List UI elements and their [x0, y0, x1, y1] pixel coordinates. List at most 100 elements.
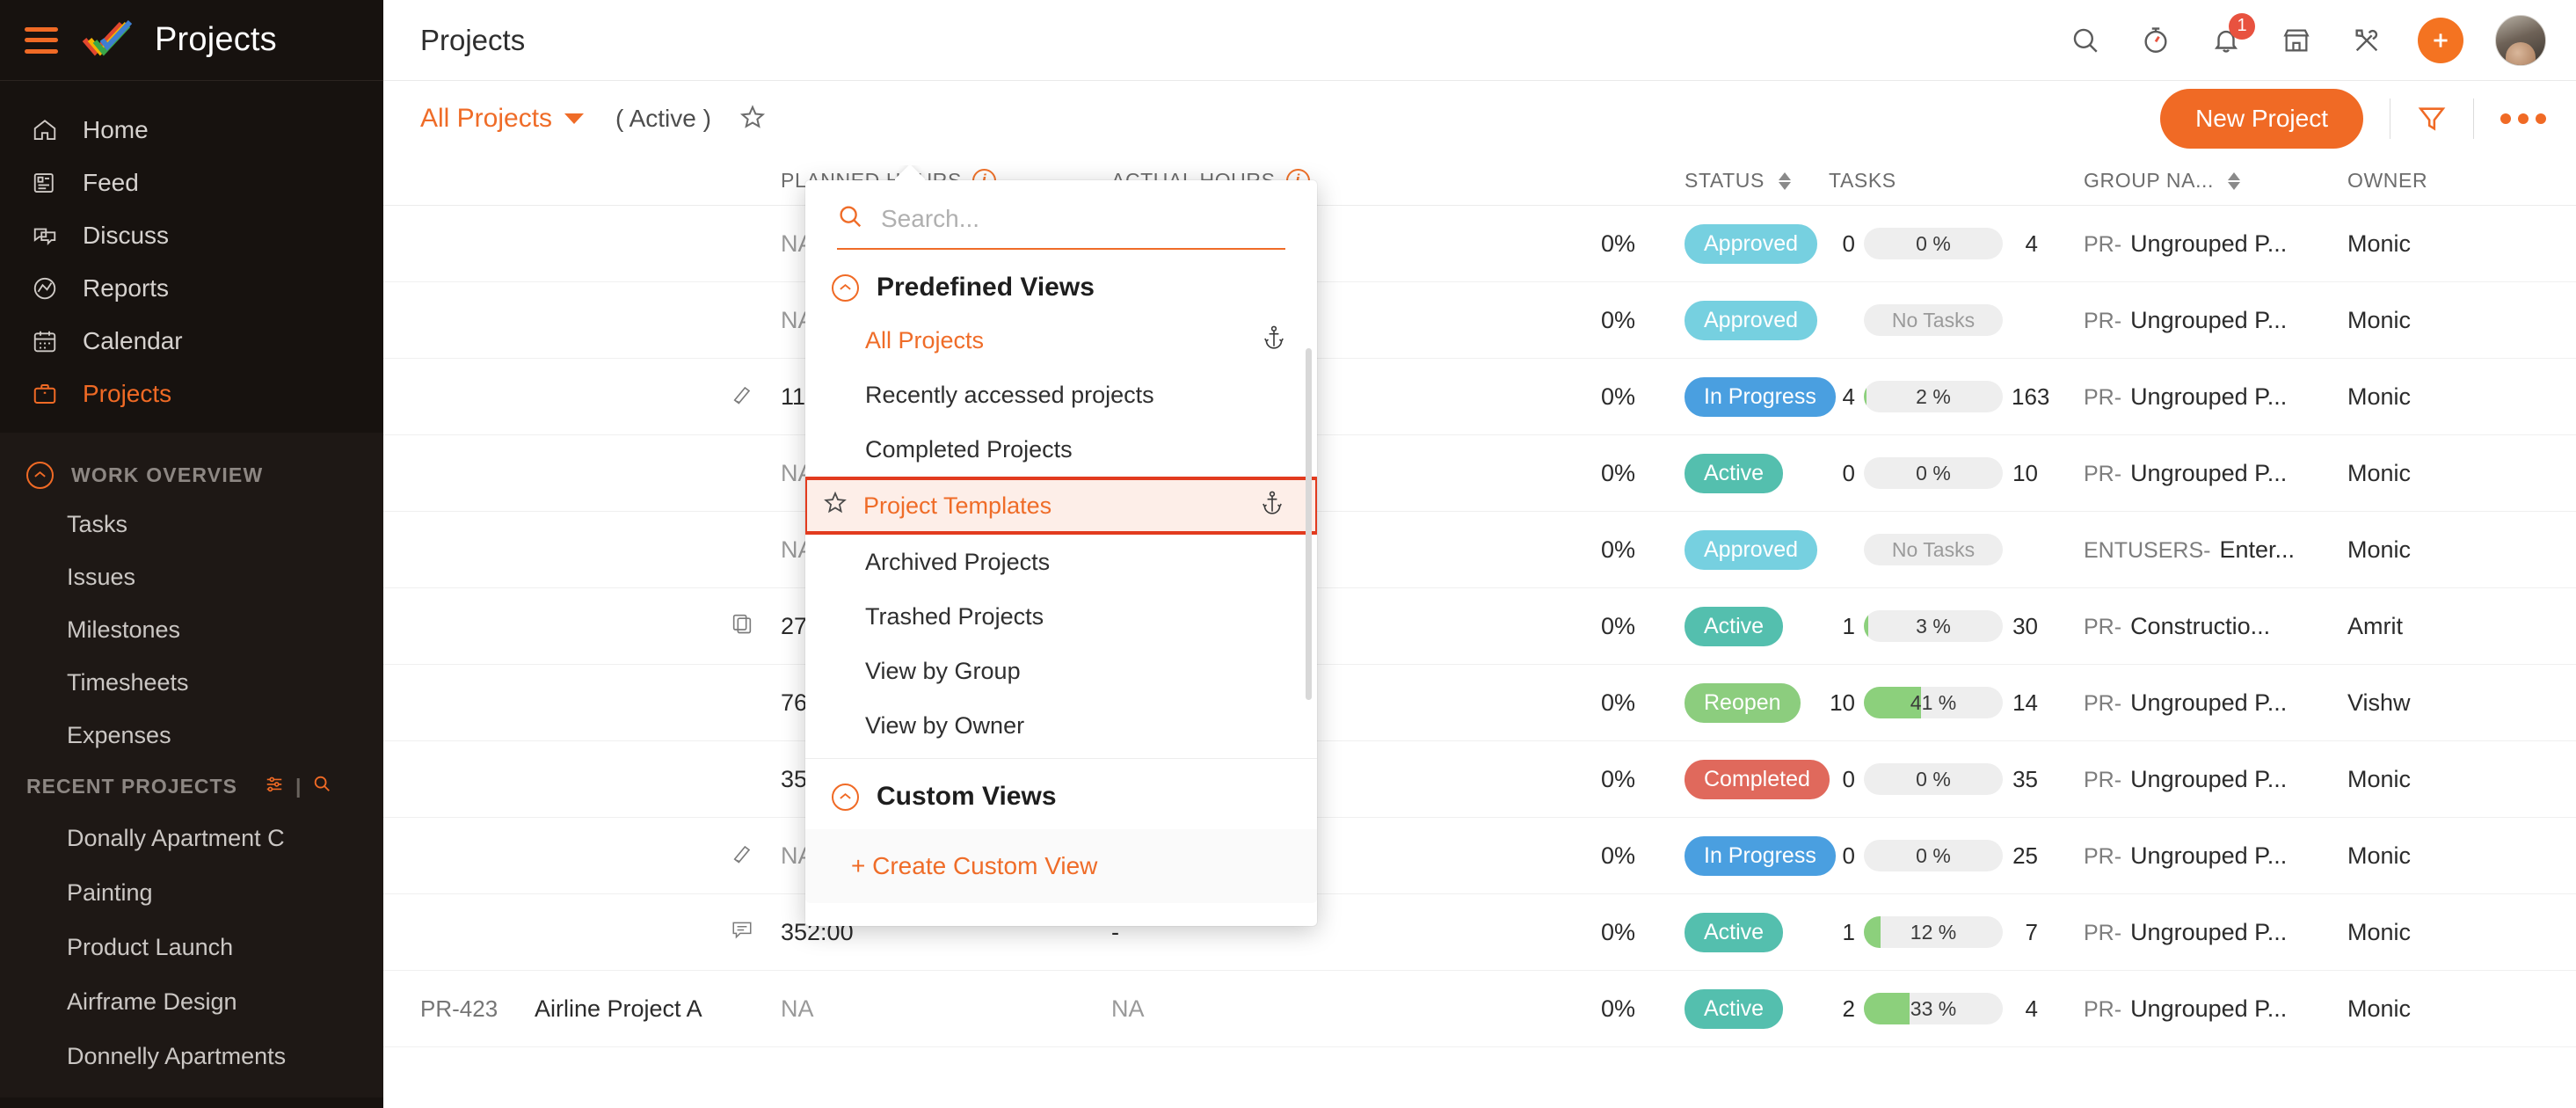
dropdown-group-header-predefined[interactable]: Predefined Views — [805, 250, 1317, 313]
status-badge[interactable]: In Progress — [1685, 377, 1836, 417]
column-header-owner[interactable]: OWNER — [2347, 169, 2523, 193]
sidebar-item-expenses[interactable]: Expenses — [0, 709, 383, 762]
status-cell: Active — [1635, 989, 1829, 1029]
sidebar-item-home[interactable]: Home — [0, 104, 383, 157]
tasks-progress-bar: 12 % — [1864, 916, 2003, 948]
sidebar-item-feed[interactable]: Feed — [0, 157, 383, 209]
tasks-progress-bar: 0 % — [1864, 840, 2003, 871]
table-row[interactable]: NANA0%ApprovedNo TasksENTUSERS-Enter...M… — [383, 512, 2576, 588]
table-row[interactable]: 3552:0001:000%Completed00 %35PR-Ungroupe… — [383, 741, 2576, 818]
owner-cell: Monic — [2347, 383, 2523, 411]
sliders-icon[interactable] — [264, 774, 285, 798]
dropdown-group-header-custom[interactable]: Custom Views — [805, 759, 1317, 822]
status-badge[interactable]: Approved — [1685, 530, 1817, 570]
recent-project-item[interactable]: Donnelly Apartments — [0, 1029, 383, 1083]
sidebar-item-milestones[interactable]: Milestones — [0, 603, 383, 656]
search-icon[interactable] — [2066, 21, 2105, 60]
sidebar-header: Projects — [0, 0, 383, 81]
comment-icon[interactable] — [730, 918, 781, 947]
status-badge[interactable]: Completed — [1685, 760, 1830, 799]
tasks-progress-bar: 33 % — [1864, 993, 2003, 1024]
actual-hours-cell: NA — [1111, 995, 1539, 1023]
owner-cell: Monic — [2347, 766, 2523, 793]
sidebar-item-projects[interactable]: Projects — [0, 368, 383, 420]
table-row[interactable]: PR-423Airline Project ANANA0%Active233 %… — [383, 971, 2576, 1047]
percent-cell: 0% — [1539, 995, 1635, 1023]
sidebar-item-timesheets[interactable]: Timesheets — [0, 656, 383, 709]
sidebar-item-calendar[interactable]: Calendar — [0, 315, 383, 368]
column-header-status[interactable]: STATUS — [1635, 169, 1829, 193]
dropdown-item-view-by-owner[interactable]: View by Owner — [805, 698, 1317, 742]
dropdown-item-label: Trashed Projects — [865, 603, 1044, 631]
star-outline-icon[interactable] — [823, 491, 848, 521]
recent-project-item[interactable]: Painting — [0, 865, 383, 920]
new-project-button[interactable]: New Project — [2160, 89, 2363, 149]
search-input[interactable] — [881, 205, 1285, 233]
tools-icon[interactable] — [2347, 21, 2386, 60]
sidebar-item-tasks[interactable]: Tasks — [0, 498, 383, 550]
doc-icon[interactable] — [730, 841, 781, 871]
recent-project-item[interactable]: Airframe Design — [0, 974, 383, 1029]
table-row[interactable]: NANA0%In Progress00 %25PR-Ungrouped P...… — [383, 818, 2576, 894]
more-horizontal-icon[interactable] — [2500, 113, 2546, 124]
copy-icon[interactable] — [730, 611, 781, 642]
work-overview-title: WORK OVERVIEW — [71, 463, 263, 487]
recent-project-item[interactable]: Product Launch — [0, 920, 383, 974]
dropdown-item-recently-accessed-projects[interactable]: Recently accessed projects — [805, 368, 1317, 422]
doc-icon[interactable] — [730, 382, 781, 412]
column-header-group-name[interactable]: GROUP NA... — [2084, 169, 2347, 193]
sort-icon[interactable] — [2228, 172, 2240, 190]
dropdown-item-archived-projects[interactable]: Archived Projects — [805, 535, 1317, 589]
search-icon[interactable] — [312, 774, 331, 798]
current-view-label[interactable]: All Projects — [420, 104, 552, 134]
sidebar-item-discuss[interactable]: Discuss — [0, 209, 383, 262]
column-header-tasks[interactable]: TASKS — [1829, 169, 2084, 193]
avatar[interactable] — [2495, 15, 2546, 66]
timer-icon[interactable] — [2136, 21, 2175, 60]
status-badge[interactable]: In Progress — [1685, 836, 1836, 876]
dropdown-search[interactable] — [837, 203, 1285, 250]
star-outline-icon[interactable] — [739, 104, 766, 135]
status-badge[interactable]: Active — [1685, 454, 1783, 493]
add-new-button[interactable] — [2418, 18, 2463, 63]
hamburger-menu-icon[interactable] — [25, 27, 58, 54]
recent-project-item[interactable]: Donally Apartment C — [0, 811, 383, 865]
dropdown-scrollbar[interactable] — [1306, 348, 1312, 700]
table-row[interactable]: 2754:1503:180%Active13 %30PR-Constructio… — [383, 588, 2576, 665]
table-row[interactable]: 760:0013:000%Reopen1041 %14PR-Ungrouped … — [383, 665, 2576, 741]
sidebar-subitem-label: Issues — [67, 564, 135, 591]
dropdown-item-all-projects[interactable]: All Projects — [805, 313, 1317, 368]
notifications-bell-icon[interactable]: 1 — [2207, 21, 2245, 60]
status-badge[interactable]: Active — [1685, 913, 1783, 952]
tasks-cell: No Tasks — [1829, 304, 2084, 336]
anchor-icon[interactable] — [1261, 491, 1284, 521]
sidebar-item-reports[interactable]: Reports — [0, 262, 383, 315]
marketplace-icon[interactable] — [2277, 21, 2316, 60]
dropdown-group-title: Custom Views — [877, 782, 1057, 812]
status-badge[interactable]: Reopen — [1685, 683, 1801, 723]
dropdown-item-completed-projects[interactable]: Completed Projects — [805, 422, 1317, 477]
status-badge[interactable]: Active — [1685, 989, 1783, 1029]
status-badge[interactable]: Approved — [1685, 301, 1817, 340]
create-custom-view-button[interactable]: + Create Custom View — [805, 829, 1317, 903]
view-selector[interactable]: All Projects ( Active ) — [420, 104, 766, 135]
table-row[interactable]: 352:00-0%Active112 %7PR-Ungrouped P...Mo… — [383, 894, 2576, 971]
status-badge[interactable]: Active — [1685, 607, 1783, 646]
owner-cell: Vishw — [2347, 689, 2523, 717]
table-row[interactable]: 113304:03-0%In Progress42 %163PR-Ungroup… — [383, 359, 2576, 435]
table-row[interactable]: NANA0%Approved00 %4PR-Ungrouped P...Moni… — [383, 206, 2576, 282]
dropdown-item-trashed-projects[interactable]: Trashed Projects — [805, 589, 1317, 644]
anchor-icon[interactable] — [1263, 325, 1285, 356]
dropdown-item-project-templates[interactable]: Project Templates — [805, 477, 1317, 535]
project-name[interactable]: Airline Project A — [535, 995, 730, 1023]
owner-cell: Amrit — [2347, 613, 2523, 640]
sort-icon[interactable] — [1779, 172, 1791, 190]
table-row[interactable]: NANA0%ApprovedNo TasksPR-Ungrouped P...M… — [383, 282, 2576, 359]
dropdown-item-view-by-group[interactable]: View by Group — [805, 644, 1317, 698]
status-badge[interactable]: Approved — [1685, 224, 1817, 264]
sidebar-item-issues[interactable]: Issues — [0, 550, 383, 603]
table-row[interactable]: NANA0%Active00 %10PR-Ungrouped P...Monic — [383, 435, 2576, 512]
chevron-down-icon[interactable] — [564, 113, 584, 124]
funnel-icon[interactable] — [2417, 104, 2447, 134]
work-overview-header[interactable]: WORK OVERVIEW — [0, 452, 383, 498]
